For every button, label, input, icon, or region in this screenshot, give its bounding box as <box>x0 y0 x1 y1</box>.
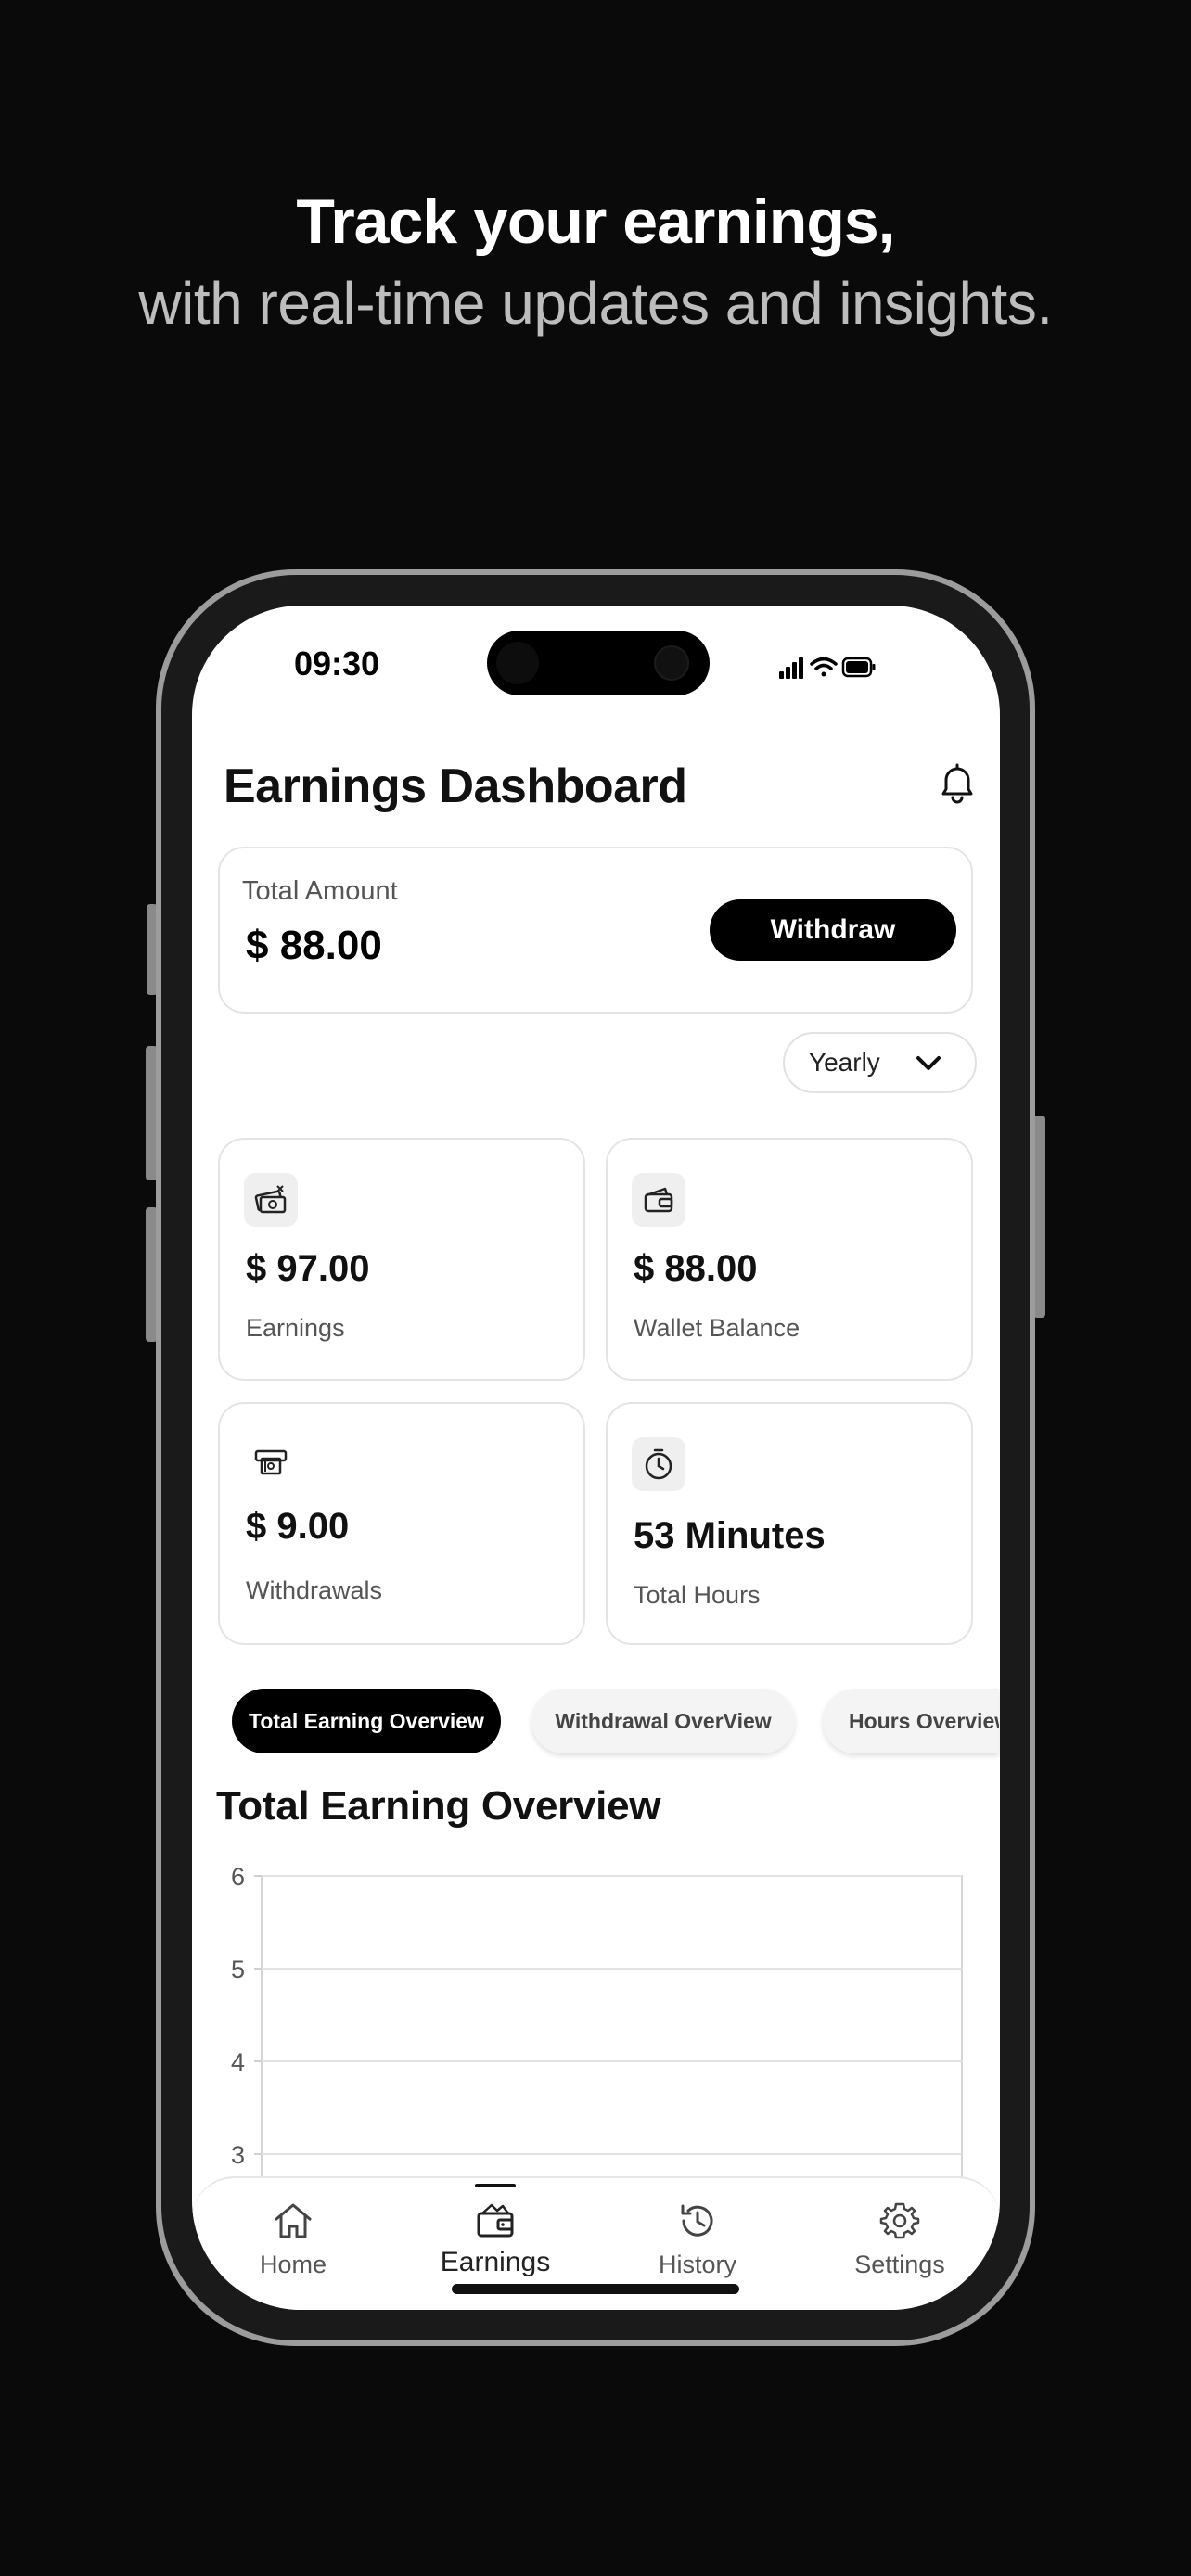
wifi-icon <box>810 657 838 677</box>
promo-headline: Track your earnings, <box>296 186 895 257</box>
withdrawals-label: Withdrawals <box>246 1576 383 1604</box>
promo-subheadline: with real-time updates and insights. <box>138 270 1053 337</box>
total-amount-label: Total Amount <box>242 876 398 906</box>
atm-icon <box>244 1437 298 1491</box>
period-select-value: Yearly <box>809 1048 880 1077</box>
overview-tabs: Total Earning Overview Withdrawal OverVi… <box>192 1689 1000 1763</box>
total-amount-value: $ 88.00 <box>246 923 382 968</box>
home-icon <box>275 2203 312 2238</box>
stat-card-withdrawals: $ 9.00 Withdrawals <box>218 1402 585 1645</box>
dynamic-island <box>487 631 710 695</box>
chart-y-tick-label: 3 <box>231 2141 245 2169</box>
status-time: 09:30 <box>294 644 380 682</box>
chevron-down-icon <box>916 1056 941 1070</box>
notification-bell-icon[interactable] <box>936 760 979 807</box>
history-icon <box>681 2204 713 2237</box>
chart-plot-area <box>261 1875 963 2200</box>
chart-y-tick-label: 6 <box>231 1867 245 1891</box>
active-indicator <box>475 2184 516 2187</box>
total-amount-card: Total Amount $ 88.00 Withdraw <box>218 847 973 1014</box>
tab-total-earning-overview[interactable]: Total Earning Overview <box>232 1689 501 1753</box>
home-indicator <box>452 2284 739 2294</box>
nav-label-history: History <box>658 2251 736 2278</box>
tab-withdrawal-overview[interactable]: Withdrawal OverView <box>531 1689 795 1753</box>
status-icons <box>779 657 876 679</box>
signal-icon <box>779 657 803 679</box>
stat-card-total-hours: 53 Minutes Total Hours <box>606 1402 973 1645</box>
wallet-balance-value: $ 88.00 <box>634 1248 758 1289</box>
stat-card-earnings: $ 97.00 Earnings <box>218 1138 585 1381</box>
earnings-value: $ 97.00 <box>246 1248 370 1289</box>
clock-icon <box>632 1437 685 1491</box>
section-title: Total Earning Overview <box>216 1783 661 1829</box>
page-title: Earnings Dashboard <box>224 759 687 813</box>
stat-card-wallet-balance: $ 88.00 Wallet Balance <box>606 1138 973 1381</box>
chart-y-tick-label: 5 <box>231 1956 245 1983</box>
chart-y-tick-label: 4 <box>231 2048 245 2076</box>
nav-item-settings[interactable]: Settings <box>799 2178 1000 2310</box>
gear-icon <box>879 2202 920 2239</box>
earnings-chart: 6 5 4 3 <box>231 1867 963 2200</box>
period-select[interactable]: Yearly <box>783 1032 977 1093</box>
nav-item-home[interactable]: Home <box>192 2178 394 2310</box>
battery-icon <box>841 657 876 678</box>
nav-label-home: Home <box>259 2251 327 2278</box>
cash-icon <box>244 1173 298 1227</box>
tab-hours-overview[interactable]: Hours Overview <box>823 1689 999 1753</box>
phone-screen: 09:30 Earnings Dashboard Total Amount $ … <box>192 606 1000 2310</box>
earnings-label: Earnings <box>246 1314 345 1342</box>
wallet-balance-label: Wallet Balance <box>634 1314 800 1342</box>
wallet-icon <box>477 2203 514 2238</box>
withdraw-button[interactable]: Withdraw <box>710 899 956 961</box>
nav-label-settings: Settings <box>854 2251 945 2278</box>
withdrawals-value: $ 9.00 <box>246 1506 350 1547</box>
total-hours-value: 53 Minutes <box>634 1515 826 1556</box>
nav-label-earnings: Earnings <box>440 2247 551 2277</box>
total-hours-label: Total Hours <box>634 1581 761 1609</box>
wallet-icon <box>632 1173 685 1227</box>
